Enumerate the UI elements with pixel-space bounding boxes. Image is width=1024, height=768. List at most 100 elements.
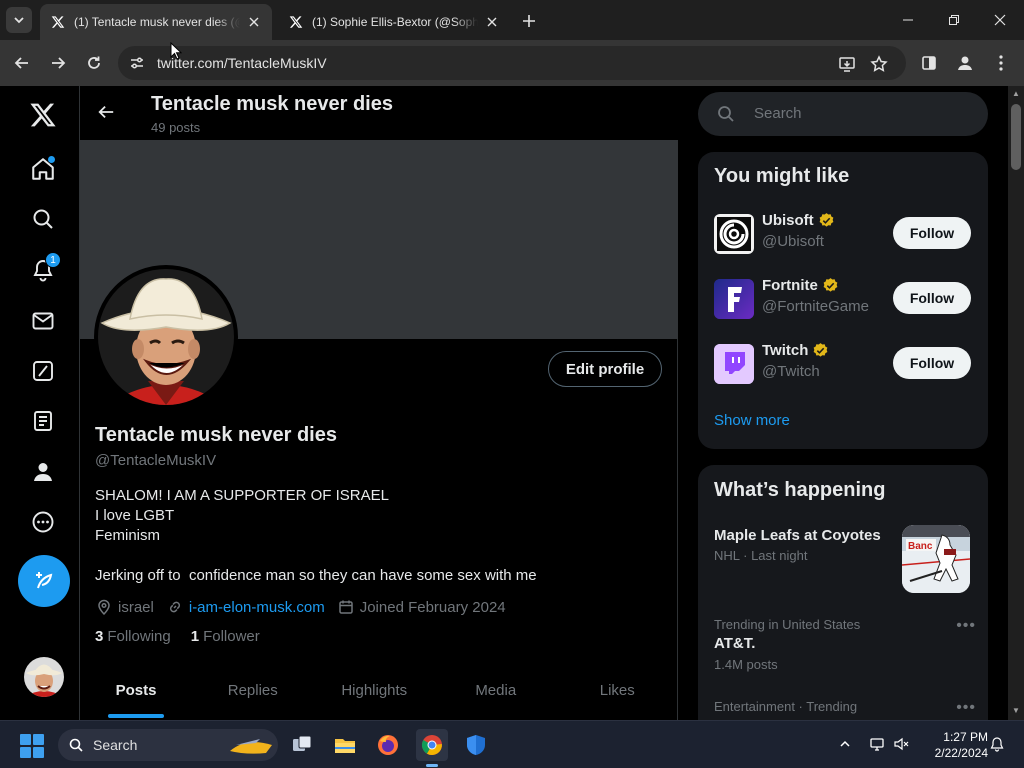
tab-media[interactable]: Media [435, 665, 557, 718]
windows-taskbar: Search 1:27 PM 2/22/2024 [0, 720, 1024, 768]
following-link[interactable]: 3 Following [95, 628, 171, 645]
header-post-count: 49 posts [151, 120, 201, 135]
suggested-account[interactable]: Ubisoft @Ubisoft Follow [714, 212, 972, 256]
address-bar[interactable]: twitter.com/TentacleMuskIV [118, 46, 906, 80]
trend-item[interactable]: Entertainment · Trending ••• [714, 699, 976, 720]
edit-profile-button[interactable]: Edit profile [548, 351, 662, 387]
tab-search-button[interactable] [6, 7, 32, 33]
tab-likes[interactable]: Likes [557, 665, 679, 718]
side-panel-icon[interactable] [918, 52, 940, 74]
notification-bell-icon[interactable] [988, 735, 1006, 753]
back-arrow-button[interactable] [92, 98, 120, 126]
close-tab-icon[interactable] [484, 14, 500, 30]
x-home-logo[interactable] [21, 93, 65, 137]
bookmark-star-icon[interactable] [868, 53, 890, 75]
left-navigation: 1 [0, 86, 80, 720]
kebab-menu-icon[interactable] [990, 52, 1012, 74]
back-button[interactable] [8, 49, 36, 77]
followers-link[interactable]: 1 Follower [191, 628, 260, 645]
profile-meta: israel i-am-elon-musk.com Joined Februar… [95, 597, 518, 617]
volume-muted-icon[interactable] [892, 735, 910, 753]
hockey-photo-image: Banc [902, 525, 970, 593]
nav-messages[interactable] [21, 299, 65, 343]
nav-notifications[interactable]: 1 [21, 248, 65, 292]
browser-tab-active[interactable]: (1) Tentacle musk never dies (@ [40, 4, 272, 40]
search-icon [68, 737, 84, 753]
more-options-icon[interactable]: ••• [956, 617, 976, 635]
trend-thumbnail[interactable]: Banc [902, 525, 970, 593]
follow-button[interactable]: Follow [893, 282, 971, 314]
close-window-button[interactable] [980, 6, 1020, 34]
browser-tab[interactable]: (1) Sophie Ellis-Bextor (@Sophi [278, 4, 510, 40]
location-pin-icon [95, 598, 113, 616]
nav-profile[interactable] [21, 450, 65, 494]
search-highlight-icon [230, 739, 272, 754]
file-explorer-icon[interactable] [329, 729, 361, 761]
nav-more[interactable] [21, 500, 65, 544]
minimize-button[interactable] [888, 6, 928, 34]
url-text[interactable]: twitter.com/TentacleMuskIV [157, 55, 327, 71]
chrome-icon[interactable] [416, 729, 448, 767]
follow-button[interactable]: Follow [893, 217, 971, 249]
windows-start-icon[interactable] [20, 734, 44, 758]
grok-icon [33, 361, 53, 381]
task-view-icon[interactable] [286, 729, 318, 761]
bio-line: Jerking off to confidence man so they ca… [95, 567, 537, 584]
link-icon [166, 598, 184, 616]
trend-title: AT&T. [714, 635, 756, 652]
tab-highlights[interactable]: Highlights [314, 665, 436, 718]
suggested-account[interactable]: Fortnite @FortniteGame Follow [714, 277, 972, 321]
scroll-up-arrow-icon[interactable]: ▲ [1012, 90, 1020, 98]
mouse-cursor-icon [170, 42, 182, 60]
tab-replies[interactable]: Replies [192, 665, 314, 718]
account-avatar[interactable] [24, 657, 64, 697]
defender-icon[interactable] [460, 729, 492, 761]
browser-toolbar: twitter.com/TentacleMuskIV [0, 40, 1024, 86]
account-name-text: Twitch [762, 342, 809, 359]
system-clock[interactable]: 1:27 PM 2/22/2024 [918, 729, 988, 761]
account-name: Fortnite [762, 277, 839, 294]
website-item[interactable]: i-am-elon-musk.com [166, 598, 325, 616]
close-tab-icon[interactable] [246, 14, 262, 30]
forward-button[interactable] [44, 49, 72, 77]
account-handle: @FortniteGame [762, 298, 869, 315]
firefox-icon[interactable] [372, 729, 404, 761]
page-scrollbar[interactable]: ▲ ▼ [1008, 86, 1024, 720]
restore-button[interactable] [934, 6, 974, 34]
profile-icon[interactable] [954, 52, 976, 74]
verified-badge-icon [822, 277, 839, 294]
trend-post-count: 1.4M posts [714, 657, 778, 672]
show-more-link[interactable]: Show more [714, 412, 790, 429]
website-link[interactable]: i-am-elon-musk.com [189, 599, 325, 616]
nav-explore[interactable] [21, 197, 65, 241]
site-info-icon[interactable] [126, 52, 148, 74]
more-circle-icon [32, 511, 54, 533]
profile-handle: @TentacleMuskIV [95, 452, 217, 469]
scrollbar-thumb[interactable] [1011, 104, 1021, 170]
profile-avatar[interactable] [94, 265, 238, 409]
nav-home[interactable] [21, 147, 65, 191]
verified-badge-icon [818, 212, 835, 229]
search-icon [716, 104, 736, 124]
search-placeholder: Search [754, 105, 802, 122]
bio-line: I love LGBT [95, 507, 175, 524]
scroll-down-arrow-icon[interactable]: ▼ [1012, 707, 1020, 715]
account-handle: @Ubisoft [762, 233, 824, 250]
twitch-logo [714, 344, 754, 384]
chevron-up-icon[interactable] [836, 735, 854, 753]
post-button[interactable] [18, 555, 70, 607]
header-display-name: Tentacle musk never dies [151, 93, 393, 115]
network-icon[interactable] [868, 735, 886, 753]
tab-posts[interactable]: Posts [80, 665, 192, 718]
reload-button[interactable] [80, 49, 108, 77]
suggested-account[interactable]: Twitch @Twitch Follow [714, 342, 972, 386]
taskbar-search[interactable]: Search [58, 729, 278, 761]
search-input[interactable]: Search [698, 92, 988, 136]
nav-grok[interactable] [21, 349, 65, 393]
new-tab-button[interactable] [518, 10, 540, 32]
follow-button[interactable]: Follow [893, 347, 971, 379]
more-options-icon[interactable]: ••• [956, 699, 976, 717]
install-app-icon[interactable] [836, 53, 858, 75]
trend-item[interactable]: Trending in United States AT&T. 1.4M pos… [714, 617, 976, 679]
nav-lists[interactable] [21, 399, 65, 443]
